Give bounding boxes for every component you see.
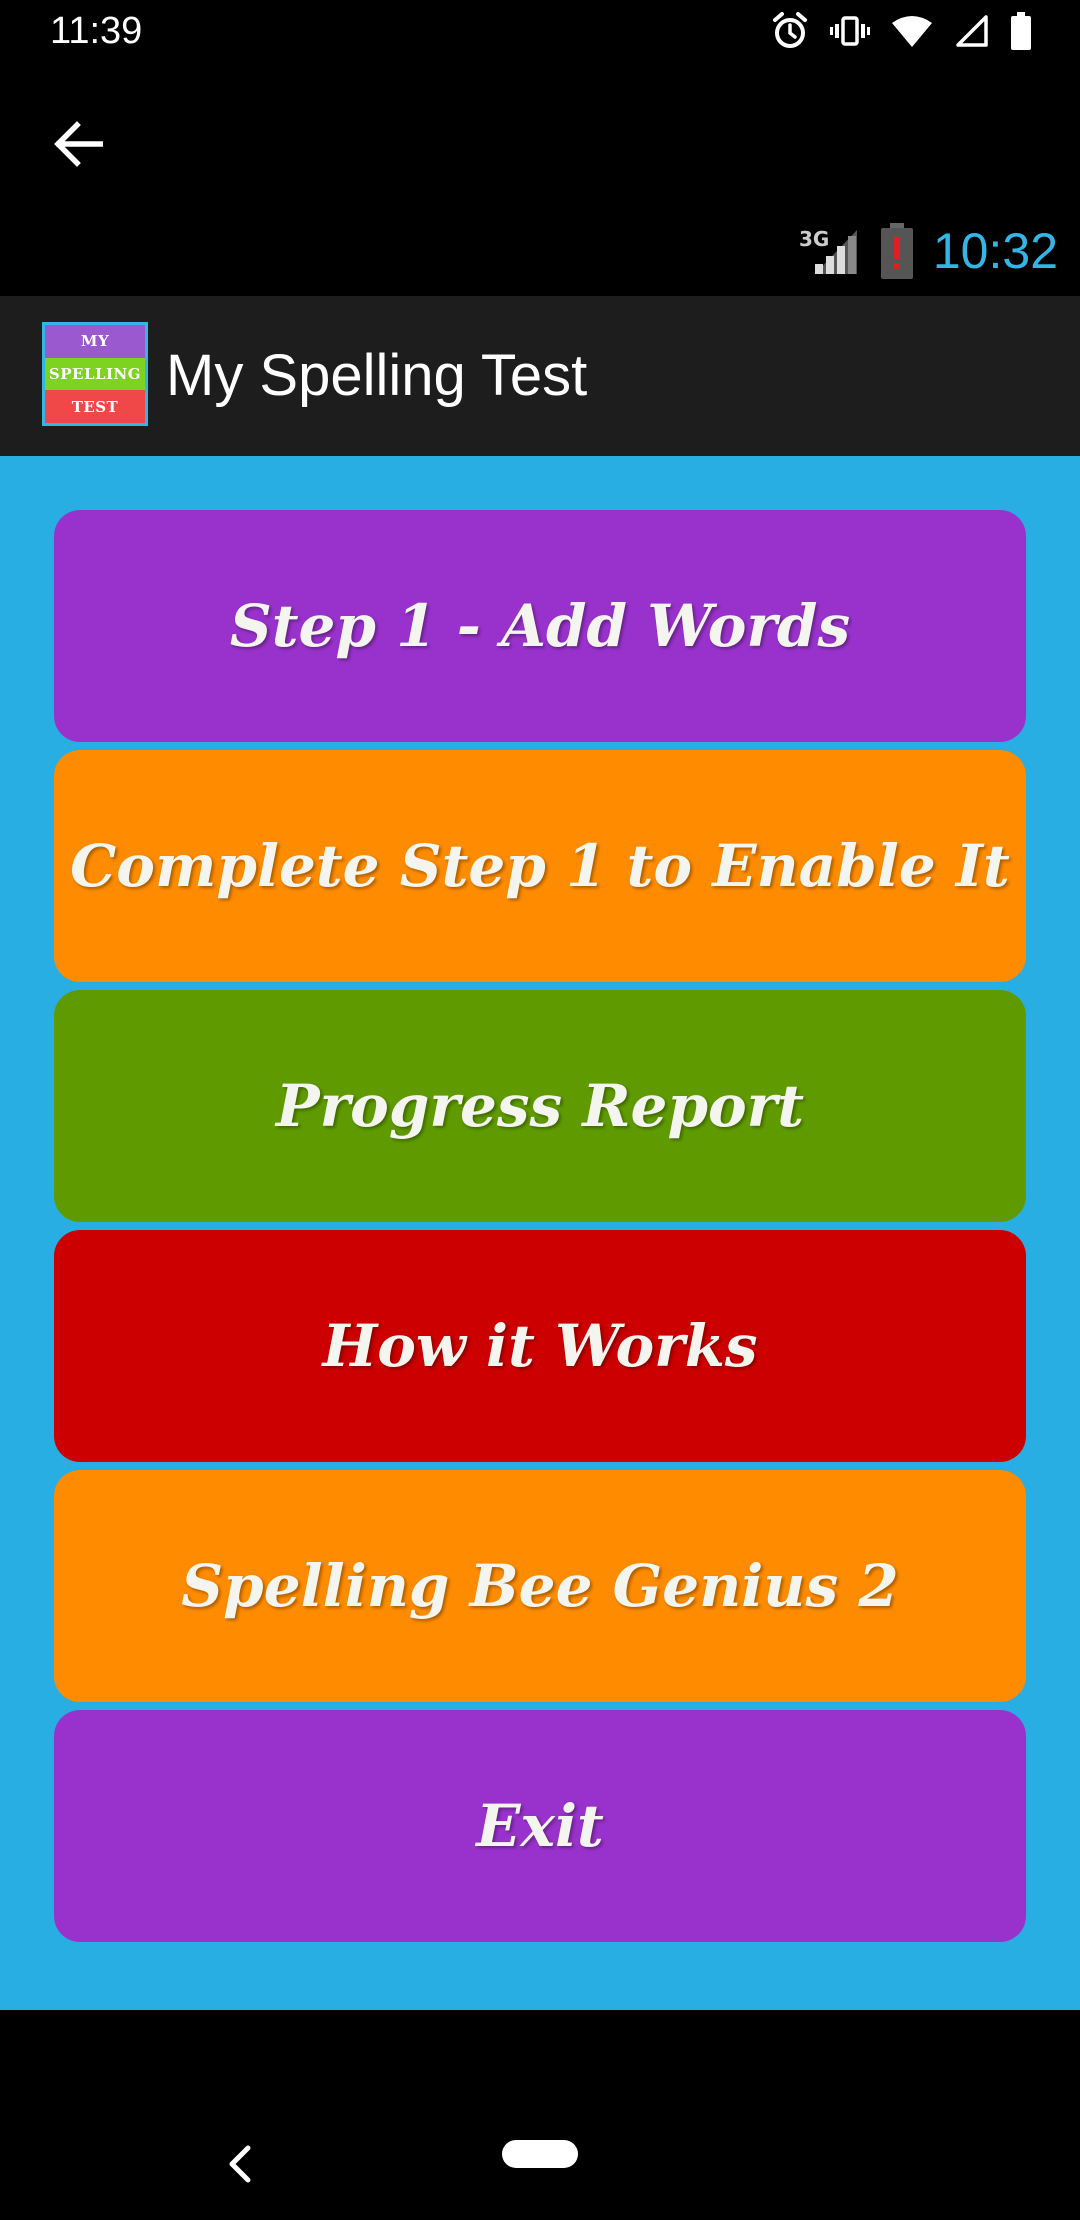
signal-3g-icon: 3G [799, 227, 857, 274]
network-label: 3G [799, 227, 829, 251]
battery-alert-icon [880, 223, 913, 279]
inner-time: 10:32 [932, 223, 1058, 279]
battery-icon [1011, 12, 1031, 50]
exit-button[interactable]: Exit [54, 1710, 1026, 1942]
nav-back-icon[interactable] [222, 2142, 258, 2186]
logo-line-3: TEST [45, 390, 145, 424]
logo-line-2: SPELLING [45, 357, 145, 391]
status-icons [772, 12, 1032, 50]
status-time: 11:39 [50, 10, 143, 52]
how-it-works-button[interactable]: How it Works [54, 1230, 1026, 1462]
logo-line-1: MY [45, 325, 145, 358]
nav-bar [0, 2010, 1080, 2220]
enable-step-button[interactable]: Complete Step 1 to Enable It [54, 750, 1026, 982]
screen: 11:39 3G 10:32 MY SPELLING TEST My Spell… [0, 0, 1080, 2220]
app-title: My Spelling Test [166, 343, 588, 408]
signal-icon [956, 15, 988, 47]
status-bar: 11:39 [0, 0, 1080, 66]
arrow-left-icon [54, 121, 103, 167]
back-button[interactable] [46, 112, 110, 176]
spelling-bee-genius-button[interactable]: Spelling Bee Genius 2 [54, 1470, 1026, 1702]
wifi-icon [892, 16, 932, 47]
progress-report-button[interactable]: Progress Report [54, 990, 1026, 1222]
alarm-icon [773, 12, 807, 48]
inner-status-bar: 3G 10:32 [797, 222, 1058, 280]
home-pill-button[interactable] [502, 2140, 578, 2168]
app-bar: MY SPELLING TEST My Spelling Test [0, 296, 1080, 456]
app-logo: MY SPELLING TEST [42, 322, 148, 426]
vibrate-icon [830, 16, 870, 46]
add-words-button[interactable]: Step 1 - Add Words [54, 510, 1026, 742]
main-menu: Step 1 - Add Words Complete Step 1 to En… [0, 456, 1080, 2010]
